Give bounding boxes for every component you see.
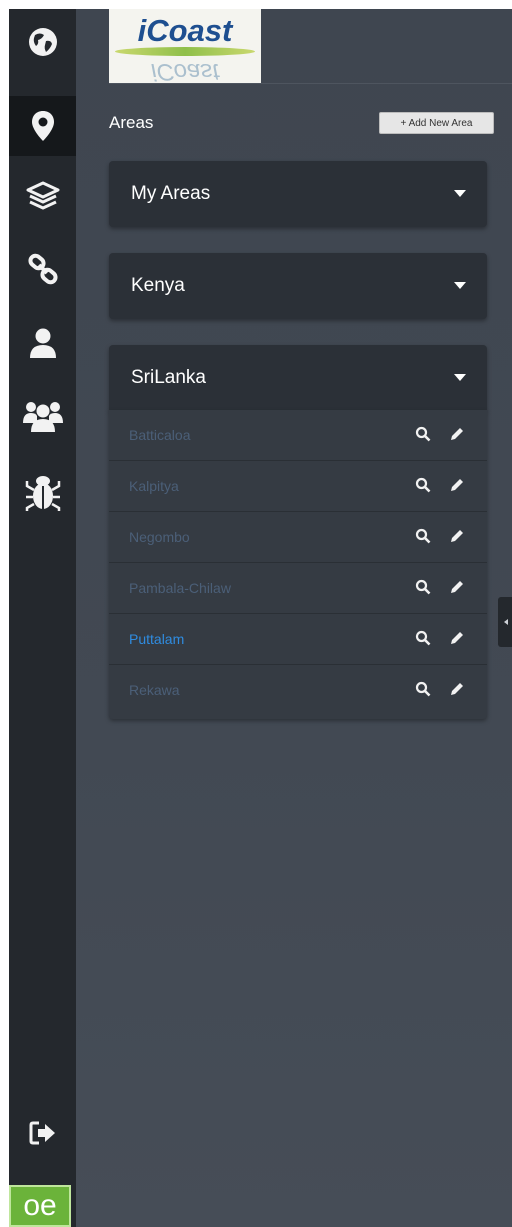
area-row-kalpitya[interactable]: Kalpitya <box>109 461 487 512</box>
panel-collapse-handle[interactable] <box>498 597 512 647</box>
pencil-icon[interactable] <box>449 630 465 646</box>
area-row-batticaloa[interactable]: Batticaloa <box>109 410 487 461</box>
icoast-logo: iCoast iCoast <box>109 9 261 84</box>
rail-item-layers[interactable] <box>9 166 76 226</box>
pencil-icon[interactable] <box>449 528 465 544</box>
search-icon[interactable] <box>415 681 431 697</box>
oe-logo: oe <box>9 1185 71 1227</box>
group-label: My Areas <box>131 183 211 204</box>
areas-title: Areas <box>109 113 154 132</box>
srilanka-area-list: Batticaloa Kalpitya Negombo Pambala-Chil… <box>109 410 487 719</box>
sign-out-icon <box>29 1121 55 1145</box>
rail-item-users[interactable] <box>9 386 76 446</box>
logo-title: iCoast <box>137 13 233 48</box>
rail-item-user[interactable] <box>9 313 76 373</box>
group-label: SriLanka <box>131 367 206 388</box>
group-srilanka[interactable]: SriLanka <box>109 345 487 411</box>
area-row-puttalam[interactable]: Puttalam <box>109 614 487 665</box>
logo-wave <box>115 47 255 56</box>
link-icon <box>27 253 58 285</box>
area-row-pambala-chilaw[interactable]: Pambala-Chilaw <box>109 563 487 614</box>
rail-item-bug[interactable] <box>9 461 76 521</box>
caret-down-icon <box>454 282 466 289</box>
layers-icon <box>26 181 59 210</box>
caret-down-icon <box>454 374 466 381</box>
area-row-negombo[interactable]: Negombo <box>109 512 487 563</box>
rail-item-links[interactable] <box>9 239 76 299</box>
user-icon <box>29 328 56 358</box>
logo-reflection: iCoast <box>150 58 220 84</box>
search-icon[interactable] <box>415 630 431 646</box>
caret-down-icon <box>454 190 466 197</box>
rail-item-areas[interactable] <box>9 96 76 156</box>
map-marker-icon <box>31 111 54 141</box>
bug-icon <box>25 476 60 511</box>
pencil-icon[interactable] <box>449 477 465 493</box>
pencil-icon[interactable] <box>449 579 465 595</box>
search-icon[interactable] <box>415 426 431 442</box>
area-link[interactable]: Pambala-Chilaw <box>129 580 231 596</box>
group-label: Kenya <box>131 275 185 296</box>
pencil-icon[interactable] <box>449 426 465 442</box>
area-link[interactable]: Rekawa <box>129 682 180 698</box>
group-my-areas[interactable]: My Areas <box>109 161 487 227</box>
area-link[interactable]: Kalpitya <box>129 478 179 494</box>
search-icon[interactable] <box>415 477 431 493</box>
add-new-area-button[interactable]: + Add New Area <box>379 112 494 134</box>
group-kenya[interactable]: Kenya <box>109 253 487 319</box>
rail-item-logout[interactable] <box>9 1103 76 1163</box>
icon-rail: oe <box>9 9 76 1227</box>
globe-icon <box>28 28 57 56</box>
area-row-rekawa[interactable]: Rekawa <box>109 665 487 715</box>
area-link[interactable]: Negombo <box>129 529 190 545</box>
area-link[interactable]: Puttalam <box>129 631 184 647</box>
areas-panel: iCoast iCoast Areas + Add New Area My Ar… <box>76 9 512 1227</box>
search-icon[interactable] <box>415 579 431 595</box>
users-icon <box>22 402 63 432</box>
search-icon[interactable] <box>415 528 431 544</box>
header-divider <box>109 83 512 84</box>
rail-item-globe[interactable] <box>9 12 76 72</box>
pencil-icon[interactable] <box>449 681 465 697</box>
area-link[interactable]: Batticaloa <box>129 427 190 443</box>
chevron-left-icon <box>504 619 508 625</box>
